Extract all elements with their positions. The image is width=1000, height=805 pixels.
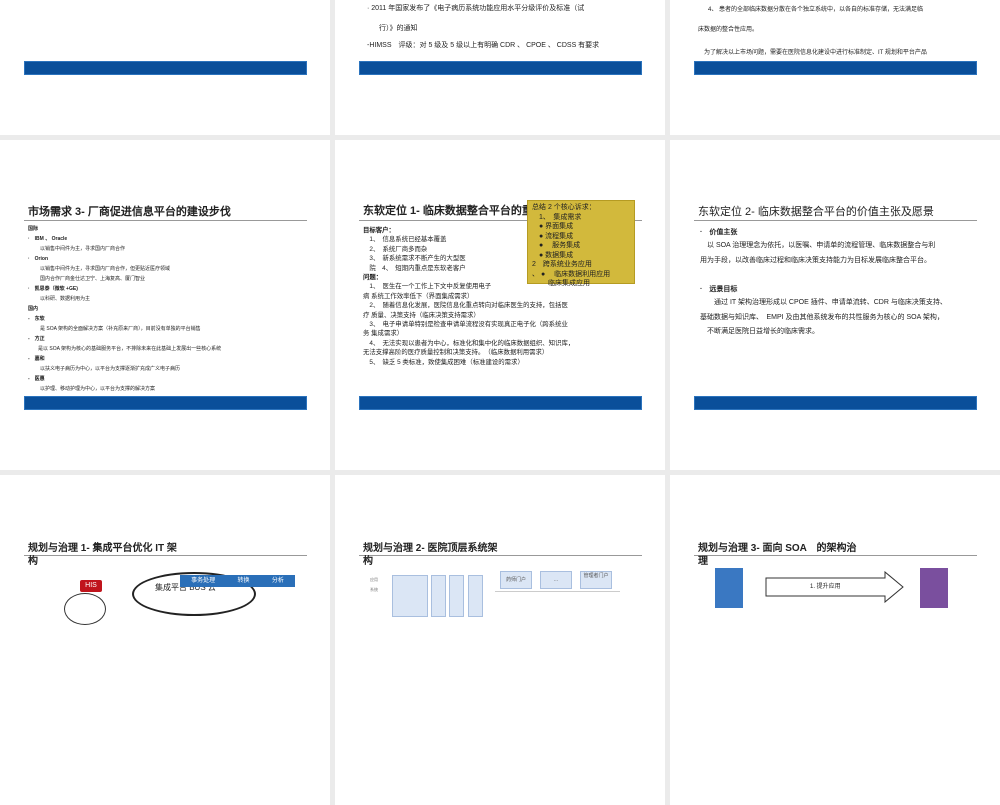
slide-title: 规划与治理 1- 集成平台优化 IT 架 xyxy=(28,543,177,554)
text-line: 用为手段，以改善临床过程和临床决策支持能力为目标发展临床整合平台。 xyxy=(700,257,931,264)
text-line: 病 系统工作效率低下（界面集成需求） xyxy=(363,292,474,300)
portal-box: 管理者门户 xyxy=(580,571,612,589)
bus-bar: 事务处理 转换 分析 xyxy=(180,575,295,587)
slide-thumbnail-6[interactable]: 东软定位 2- 临床数据整合平台的价值主张及愿景 · 价值主张 以 SOA 治理… xyxy=(670,140,1000,470)
text-line: 以扶义电子病历为中心，以平台为支撑逐渐扩充成广义电子病历 xyxy=(40,366,181,372)
callout-line: ● 服务集成 xyxy=(532,242,581,249)
callout-line: 、 ● 临床数据利用应用 xyxy=(532,270,611,278)
callout-line: ● 界面集成 xyxy=(532,223,574,230)
footer-bar xyxy=(359,61,642,75)
network-icon xyxy=(64,593,106,625)
text-line: 2、 随着信息化发展，医院信息化重点转向对临床医生的支持，包括医 xyxy=(363,302,568,310)
text-line: 以销售中间件为主，寻求国内厂商合作 xyxy=(40,246,126,252)
slide-title: 规划与治理 3- 面向 SOA 的架构治 xyxy=(698,543,857,554)
slide-thumbnail-4[interactable]: 市场需求 3- 厂商促进信息平台的建设步伐 国际 · IBM 、 Oracle … xyxy=(0,140,330,470)
purple-block xyxy=(920,568,948,608)
text-line: 是以 SOA 架构为核心的基础服务平台，不排除未来在此基础上发展出一些核心系统 xyxy=(38,346,222,352)
text-line: 4、 患者的全部临床数据分散在各个独立系统中，以各自的标准存储，无法满足临 xyxy=(708,7,924,13)
text-line: -HIMSS 评级：对 5 级及 5 级以上有明确 CDR 、 CPOE 、 C… xyxy=(367,42,600,49)
diagram-box xyxy=(468,575,483,617)
text-line: - 东软 xyxy=(28,316,45,322)
diagram-box xyxy=(449,575,464,617)
callout-box: 总结 2 个核心诉求： 1、 集成需求 ● 界面集成 ● 流程集成 ● 服务集成… xyxy=(527,200,635,287)
text-line: 3、 电子申请单特别是检查申请单流程没有实现真正电子化（跨系统业 xyxy=(363,321,568,329)
text-line: 国内 xyxy=(28,306,39,312)
text-line: 5、 缺乏 5 类标准，致使集成困难（标准建设的需求） xyxy=(363,358,524,366)
text-line: - 方正 xyxy=(28,336,45,342)
title-rule xyxy=(24,555,307,556)
callout-line: 总结 2 个核心诉求： xyxy=(532,204,596,211)
callout-line: 2 跨系统业务应用 xyxy=(532,261,592,268)
text-line: 不断满足医院日益增长的临床需求。 xyxy=(700,328,819,335)
blue-block xyxy=(715,568,743,608)
arrow-label: 1. 提升应用 xyxy=(810,584,841,590)
title-rule xyxy=(24,220,307,221)
slide-thumbnail-7[interactable]: 规划与治理 1- 集成平台优化 IT 架 构 HIS 集成平台 BUS 云 事务… xyxy=(0,475,330,805)
callout-line: 临床集成应用 xyxy=(532,280,590,287)
footer-bar xyxy=(694,396,977,410)
text-line: - 医惠 xyxy=(28,376,45,382)
text-line: 以科研、数据利用为主 xyxy=(40,296,91,302)
slide-thumbnail-8[interactable]: 规划与治理 2- 医院顶层系统架 构 应用系统 药师门户 ... 管理者门户 xyxy=(335,475,665,805)
callout-line: ● 流程集成 xyxy=(532,232,574,240)
callout-line: ● 数据集成 xyxy=(532,251,574,259)
slide-body: 国际 · IBM 、 Oracle 以销售中间件为主，寻求国内厂商合作 · Or… xyxy=(28,224,221,394)
slide-title-cont: 理 xyxy=(698,556,708,567)
text-line: · 价值主张 xyxy=(700,229,738,236)
slide-title: 市场需求 3- 厂商促进信息平台的建设步伐 xyxy=(28,206,231,218)
text-line: · 远景目标 xyxy=(700,286,738,293)
diagram-box xyxy=(392,575,428,617)
side-label: 应用系统 xyxy=(370,577,378,592)
text-line: 国内合作厂商金仕达卫宁、上海复高、厦门智业 xyxy=(40,276,146,282)
slide-thumbnail-9[interactable]: 规划与治理 3- 面向 SOA 的架构治 理 1. 提升应用 xyxy=(670,475,1000,805)
text-line: 是 SOA 架构的全面解决方案（补充原来厂商），目前没有单独的平台销售 xyxy=(40,326,201,332)
footer-bar xyxy=(359,396,642,410)
slide-thumbnail-3[interactable]: 4、 患者的全部临床数据分散在各个独立系统中，以各自的标准存储，无法满足临 床数… xyxy=(670,0,1000,135)
text-line: 务 集成需求） xyxy=(363,330,404,338)
text-line: 行）》的通知 xyxy=(379,25,418,32)
bus-item: 事务处理 xyxy=(191,578,216,584)
his-node: HIS xyxy=(80,580,102,592)
text-line: 基础数据与知识库、 EMPI 及由其他系统发布的共性服务为核心的 SOA 架构， xyxy=(700,314,944,321)
text-line: 床数据的整合性应用。 xyxy=(698,27,759,33)
slide-thumbnail-5[interactable]: 东软定位 1- 临床数据整合平台的重 目标客户： 1、 信息系统已经基本覆盖 2… xyxy=(335,140,665,470)
text-line: · 2011 年国家发布了《电子病历系统功能应用水平分级评价及标准（试 xyxy=(367,5,585,12)
text-line: 无法支撑高阶的医疗质量控制和决策支持。 （临床数据利用需求） xyxy=(363,349,549,357)
bus-item: 转换 xyxy=(237,578,250,584)
text-line: 以护理、移动护理为中心，以平台为支撑的解决方案 xyxy=(40,386,156,392)
text-line: 通过 IT 架构治理形成以 CPOE 插件、申请单流转、CDR 与临床决策支持、 xyxy=(700,299,947,306)
title-rule xyxy=(694,220,977,221)
portal-box: ... xyxy=(540,571,572,589)
text-line: 国际 xyxy=(28,226,39,232)
title-rule xyxy=(359,555,642,556)
diagram-box xyxy=(431,575,446,617)
text-line: 疗 质量、决策支持（临床决策支持需求） xyxy=(363,311,480,319)
slide-title-cont: 构 xyxy=(363,556,373,567)
callout-line: 1、 集成需求 xyxy=(532,213,582,221)
footer-bar xyxy=(24,396,307,410)
title-rule xyxy=(694,555,977,556)
text-line: 为了解决以上市场问题，需要在医院信息化建设中进行标准制定、IT 规划和平台产品 xyxy=(704,50,927,56)
slide-title: 东软定位 2- 临床数据整合平台的价值主张及愿景 xyxy=(698,206,934,218)
slide-title-cont: 构 xyxy=(28,556,38,567)
slide-thumbnail-2[interactable]: · 2011 年国家发布了《电子病历系统功能应用水平分级评价及标准（试 行）》的… xyxy=(335,0,665,135)
text-line: · 凯思泰（微软 +GE) xyxy=(28,286,78,292)
text-line: · IBM 、 Oracle xyxy=(28,236,68,242)
divider xyxy=(495,591,620,592)
bus-item: 分析 xyxy=(271,578,284,584)
slide-thumbnail-1[interactable] xyxy=(0,0,330,135)
footer-bar xyxy=(694,61,977,75)
portal-box: 药师门户 xyxy=(500,571,532,589)
slide-title: 东软定位 1- 临床数据整合平台的重 xyxy=(363,205,533,217)
text-line: · Orion xyxy=(28,256,48,262)
text-line: 以 SOA 治理理念为依托，以医嘱、申请单的流程管理、临床数据整合与利 xyxy=(700,242,936,249)
text-line: 以销售中间件为主，寻求国内厂商合作，但更贴近医疗领域 xyxy=(40,266,171,272)
slide-title: 规划与治理 2- 医院顶层系统架 xyxy=(363,543,498,554)
text-line: - 嘉和 xyxy=(28,356,45,362)
text-line: 4、 无法实现以患者为中心，标准化和集中化的临床数据组织、知识库， xyxy=(363,339,575,347)
footer-bar xyxy=(24,61,307,75)
